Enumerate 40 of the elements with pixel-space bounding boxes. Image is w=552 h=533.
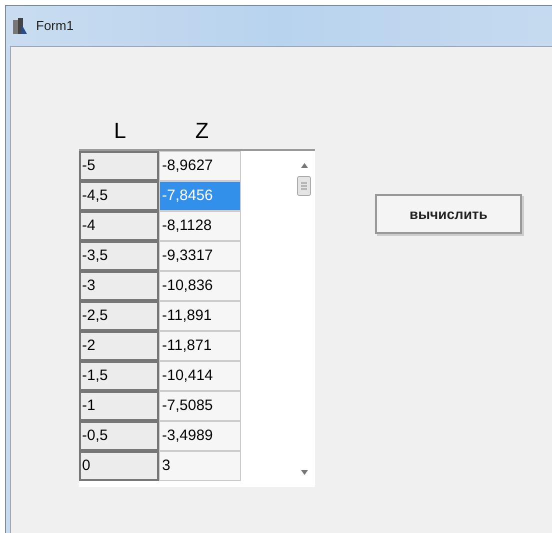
table-cell[interactable]: -4 (79, 211, 159, 241)
table-cell[interactable]: -10,414 (159, 361, 241, 391)
table-cell[interactable]: -8,1128 (159, 211, 241, 241)
scroll-down-icon[interactable] (300, 470, 308, 475)
table-cell[interactable]: -7,5085 (159, 391, 241, 421)
calculate-button[interactable]: вычислить (375, 194, 522, 234)
table-cell[interactable]: 0 (79, 451, 159, 481)
scroll-up-icon[interactable] (300, 163, 308, 168)
table-cell[interactable]: -9,3317 (159, 241, 241, 271)
grid-row[interactable]: -2,5 -11,891 (79, 301, 241, 331)
window-title: Form1 (36, 17, 74, 36)
table-cell[interactable]: -4,5 (79, 181, 159, 211)
grid-row[interactable]: -4,5 -7,8456 (79, 181, 241, 211)
table-cell[interactable]: -1 (79, 391, 159, 421)
grid-row[interactable]: -3 -10,836 (79, 271, 241, 301)
table-cell[interactable]: 3 (159, 451, 241, 481)
app-icon (12, 17, 28, 35)
grid-row[interactable]: -5 -8,9627 (79, 151, 241, 181)
table-cell[interactable]: -3,5 (79, 241, 159, 271)
grid-row[interactable]: 0 3 (79, 451, 241, 481)
table-cell[interactable]: -5 (79, 151, 159, 181)
table-cell[interactable]: -2 (79, 331, 159, 361)
table-cell[interactable]: -11,871 (159, 331, 241, 361)
table-cell[interactable]: -3 (79, 271, 159, 301)
grid-row[interactable]: -2 -11,871 (79, 331, 241, 361)
table-cell[interactable]: -8,9627 (159, 151, 241, 181)
column-label: Z (194, 117, 210, 145)
column-label: L (112, 117, 128, 145)
scroll-thumb-icon[interactable] (297, 176, 311, 196)
table-cell[interactable]: -10,836 (159, 271, 241, 301)
table-cell[interactable]: -3,4989 (159, 421, 241, 451)
grid-row[interactable]: -0,5 -3,4989 (79, 421, 241, 451)
table-cell[interactable]: -0,5 (79, 421, 159, 451)
grid-row[interactable]: -4 -8,1128 (79, 211, 241, 241)
grid-row[interactable]: -1,5 -10,414 (79, 361, 241, 391)
grid-row[interactable]: -3,5 -9,3317 (79, 241, 241, 271)
table-cell[interactable]: -2,5 (79, 301, 159, 331)
table-cell[interactable]: -1,5 (79, 361, 159, 391)
grid-row[interactable]: -1 -7,5085 (79, 391, 241, 421)
table-cell[interactable]: -11,891 (159, 301, 241, 331)
